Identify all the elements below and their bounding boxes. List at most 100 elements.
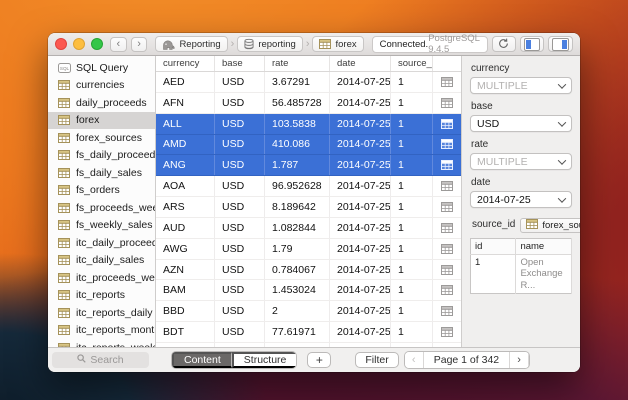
sidebar-item-daily-proceeds[interactable]: daily_proceeds <box>48 94 155 112</box>
row-detail-table-icon[interactable] <box>433 301 461 321</box>
sidebar-item-fs-orders[interactable]: fs_orders <box>48 182 155 200</box>
ref-name-value: Open Exchange R... <box>516 255 572 294</box>
column-header-date[interactable]: date <box>330 56 391 71</box>
filter-select-base[interactable]: USD <box>470 115 572 132</box>
filter-label-currency: currency <box>471 63 572 74</box>
cell-date: 2014-07-25 <box>330 114 391 134</box>
cell-date: 2014-07-25 <box>330 72 391 92</box>
sidebar-item-forex-sources[interactable]: forex_sources <box>48 129 155 147</box>
column-header-source_id[interactable]: source_id <box>391 56 433 71</box>
table-icon <box>58 168 71 178</box>
table-row-aud[interactable]: AUDUSD1.0828442014-07-251 <box>156 218 461 239</box>
chevron-down-icon <box>558 156 566 164</box>
foreign-key-table-button[interactable]: forex_source <box>520 218 580 233</box>
breadcrumb-reporting[interactable]: Reporting <box>155 36 227 52</box>
search-input[interactable]: Search <box>52 352 149 368</box>
zoom-window-button[interactable] <box>91 38 103 50</box>
sidebar-item-itc-daily-proceeds[interactable]: itc_daily_proceeds <box>48 234 155 252</box>
cell-currency: AMD <box>156 135 215 155</box>
pagination-control: ‹ Page 1 of 342 › <box>404 351 530 369</box>
toggle-right-sidebar-button[interactable] <box>548 36 573 52</box>
previous-page-button[interactable]: ‹ <box>405 352 424 368</box>
sidebar-item-itc-reports-weekly[interactable]: itc_reports_weekly <box>48 339 155 347</box>
filter-button[interactable]: Filter <box>355 352 398 368</box>
table-row-all[interactable]: ALLUSD103.58382014-07-251 <box>156 114 461 135</box>
sidebar-item-itc-reports-monthly[interactable]: itc_reports_monthly <box>48 322 155 340</box>
table-row-ang[interactable]: ANGUSD1.7872014-07-251 <box>156 155 461 176</box>
cell-currency: ANG <box>156 155 215 175</box>
row-detail-table-icon[interactable] <box>433 72 461 92</box>
table-row-azn[interactable]: AZNUSD0.7840672014-07-251 <box>156 260 461 281</box>
row-detail-table-icon[interactable] <box>433 322 461 342</box>
row-detail-table-icon[interactable] <box>433 218 461 238</box>
cell-rate: 56.485728 <box>265 93 330 113</box>
filter-group-base: baseUSD <box>470 101 572 132</box>
sidebar-item-fs-proceeds-weekly[interactable]: fs_proceeds_weekly <box>48 199 155 217</box>
sidebar-item-sql-query[interactable]: SQLSQL Query <box>48 59 155 77</box>
filter-value: MULTIPLE <box>477 80 528 92</box>
sidebar-item-itc-reports-daily[interactable]: itc_reports_daily <box>48 304 155 322</box>
filter-select-rate[interactable]: MULTIPLE <box>470 153 572 170</box>
breadcrumb-forex[interactable]: forex <box>312 36 363 52</box>
window-content: SQLSQL Querycurrenciesdaily_proceedsfore… <box>48 56 580 347</box>
connection-status-box: Connected. PostgreSQL 9.4.5 <box>372 36 488 53</box>
table-body: AEDUSD3.672912014-07-251AFNUSD56.4857282… <box>156 72 461 347</box>
row-detail-table-icon[interactable] <box>433 239 461 259</box>
table-row-amd[interactable]: AMDUSD410.0862014-07-251 <box>156 135 461 156</box>
sidebar-item-currencies[interactable]: currencies <box>48 77 155 95</box>
sidebar-item-fs-daily-sales[interactable]: fs_daily_sales <box>48 164 155 182</box>
minimize-window-button[interactable] <box>73 38 85 50</box>
server-version: PostgreSQL 9.4.5 <box>428 33 479 55</box>
row-detail-table-icon[interactable] <box>433 155 461 175</box>
cell-date: 2014-07-25 <box>330 239 391 259</box>
sidebar-item-itc-reports[interactable]: itc_reports <box>48 287 155 305</box>
refresh-button[interactable] <box>492 36 516 52</box>
column-header-base[interactable]: base <box>215 56 265 71</box>
close-window-button[interactable] <box>55 38 67 50</box>
row-detail-table-icon[interactable] <box>433 114 461 134</box>
row-detail-table-icon[interactable] <box>433 197 461 217</box>
table-icon <box>58 325 71 335</box>
row-detail-table-icon[interactable] <box>433 280 461 300</box>
table-row-aed[interactable]: AEDUSD3.672912014-07-251 <box>156 72 461 93</box>
foreign-key-preview-table: id name 1 Open Exchange R... <box>470 238 572 294</box>
row-detail-table-icon[interactable] <box>433 176 461 196</box>
row-detail-table-icon[interactable] <box>433 135 461 155</box>
breadcrumb-reporting[interactable]: reporting <box>237 36 303 52</box>
forward-button[interactable]: › <box>131 37 148 52</box>
tab-content[interactable]: Content <box>172 352 232 368</box>
traffic-lights <box>55 38 103 50</box>
table-row-bbd[interactable]: BBDUSD22014-07-251 <box>156 301 461 322</box>
back-button[interactable]: ‹ <box>110 37 127 52</box>
table-row-bam[interactable]: BAMUSD1.4530242014-07-251 <box>156 280 461 301</box>
cell-rate: 103.5838 <box>265 114 330 134</box>
sidebar-item-fs-weekly-sales[interactable]: fs_weekly_sales <box>48 217 155 235</box>
filter-select-date[interactable]: 2014-07-25 <box>470 191 572 208</box>
filter-group-currency: currency MULTIPLE <box>470 63 572 94</box>
table-row-awg[interactable]: AWGUSD1.792014-07-251 <box>156 239 461 260</box>
sidebar-item-fs-daily-proceeds[interactable]: fs_daily_proceeds <box>48 147 155 165</box>
table-row-ars[interactable]: ARSUSD8.1896422014-07-251 <box>156 197 461 218</box>
bottom-toolbar: Search ContentStructure + Filter ‹ Page … <box>48 347 580 372</box>
row-detail-table-icon[interactable] <box>433 260 461 280</box>
sidebar-item-forex[interactable]: forex <box>48 112 155 130</box>
column-header-currency[interactable]: currency <box>156 56 215 71</box>
tab-structure[interactable]: Structure <box>232 352 297 368</box>
cell-base: USD <box>215 260 265 280</box>
table-row-aoa[interactable]: AOAUSD96.9526282014-07-251 <box>156 176 461 197</box>
ref-table-row[interactable]: 1 Open Exchange R... <box>471 255 572 294</box>
next-page-button[interactable]: › <box>510 352 529 368</box>
sidebar-item-itc-daily-sales[interactable]: itc_daily_sales <box>48 252 155 270</box>
table-row-bdt[interactable]: BDTUSD77.619712014-07-251 <box>156 322 461 343</box>
sidebar-item-itc-proceeds-weekly[interactable]: itc_proceeds_weekly <box>48 269 155 287</box>
column-header-rate[interactable]: rate <box>265 56 330 71</box>
table-row-afn[interactable]: AFNUSD56.4857282014-07-251 <box>156 93 461 114</box>
add-row-button[interactable]: + <box>307 352 331 368</box>
titlebar[interactable]: ‹ › Reporting›reporting›forex Connected.… <box>48 33 580 56</box>
table-icon <box>58 150 71 160</box>
filter-group-date: date2014-07-25 <box>470 177 572 208</box>
row-detail-table-icon[interactable] <box>433 93 461 113</box>
filter-select-currency[interactable]: MULTIPLE <box>470 77 572 94</box>
toggle-left-sidebar-button[interactable] <box>520 36 545 52</box>
cell-base: USD <box>215 197 265 217</box>
